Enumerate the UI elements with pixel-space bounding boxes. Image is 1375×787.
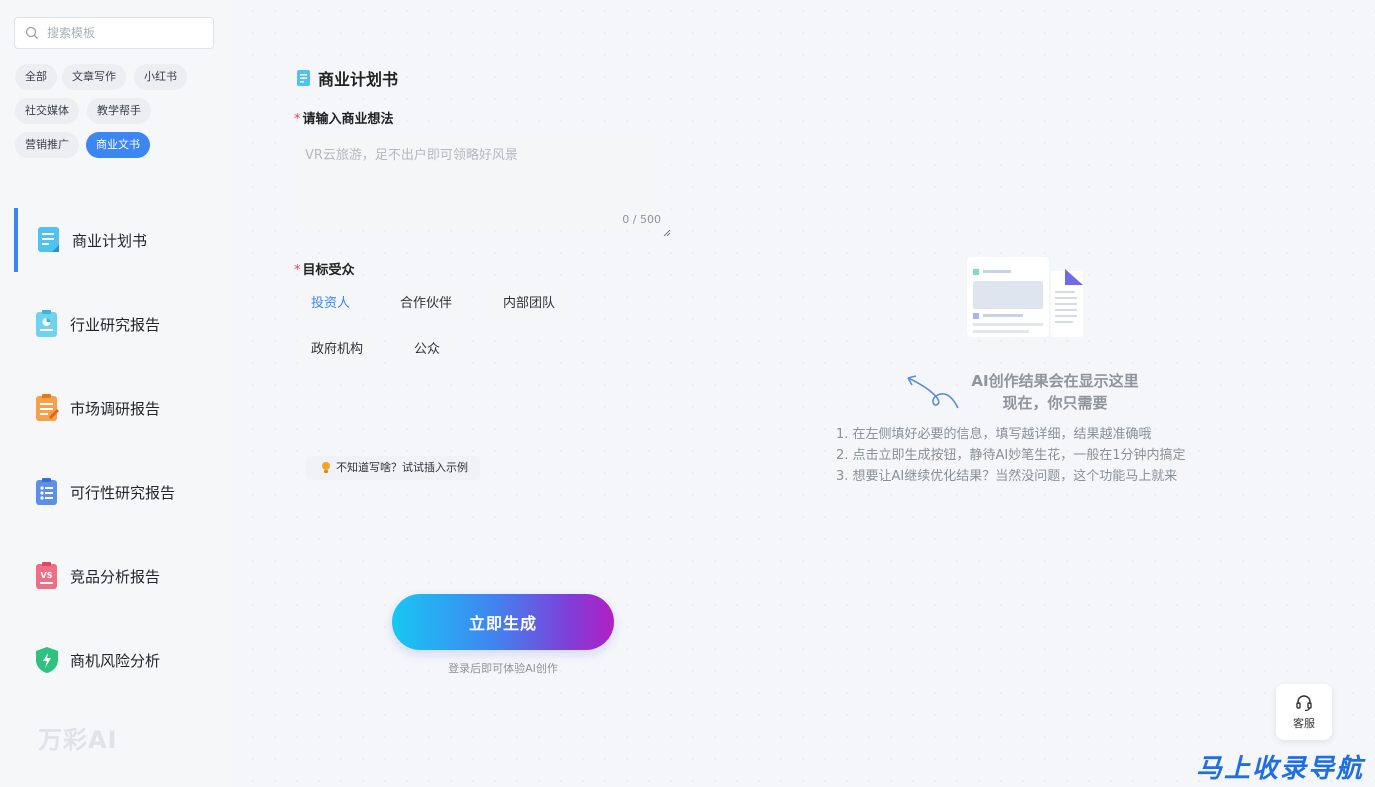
nav-label: 竞品分析报告: [70, 567, 161, 586]
audience-option-investors[interactable]: 投资人: [297, 288, 365, 320]
svg-text:VS: VS: [41, 571, 53, 580]
idea-textarea[interactable]: [295, 138, 671, 230]
audience-option-public[interactable]: 公众: [400, 334, 455, 366]
nav-label: 可行性研究报告: [70, 483, 176, 502]
resize-handle-icon[interactable]: [663, 222, 671, 237]
form-title: 商业计划书: [296, 66, 398, 90]
tag-social-media[interactable]: 社交媒体: [15, 98, 79, 124]
brand-logo-text: 万彩AI: [38, 726, 118, 754]
tag-xiaohongshu[interactable]: 小红书: [134, 64, 187, 90]
tag-business-docs[interactable]: 商业文书: [86, 132, 150, 158]
market-research-icon: [32, 393, 62, 423]
char-counter: 0 / 500: [622, 213, 661, 226]
instruction-step: 3. 想要让AI继续优化结果？当然没问题，这个功能马上就来: [836, 469, 1178, 484]
nav-item-market-research[interactable]: 市场调研报告: [14, 376, 224, 440]
watermark-text: 马上收录导航: [1196, 754, 1365, 784]
document-icon: [296, 69, 312, 87]
nav-label: 行业研究报告: [70, 315, 161, 334]
nav-label: 商机风险分析: [70, 651, 161, 670]
tag-marketing[interactable]: 营销推广: [15, 132, 79, 158]
idea-label: * 请输入商业想法: [294, 108, 394, 127]
customer-service-label: 客服: [1293, 717, 1315, 730]
instruction-steps: 1. 在左侧填好必要的信息，填写越详细，结果越准确哦 2. 点击立即生成按钮，静…: [836, 424, 1256, 487]
sidebar: 全部 文章写作 小红书 社交媒体 教学帮手 营销推广 商业文书 商业计划书 行业…: [0, 0, 232, 787]
nav-label: 商业计划书: [72, 231, 148, 250]
nav-item-risk-analysis[interactable]: 商机风险分析: [14, 628, 224, 692]
form-panel: 商业计划书 *请输入商业想法 0 / 500 *目标受众 投资人 合作伙伴 内部…: [240, 0, 690, 787]
brand-logo: 万彩AI: [38, 720, 168, 768]
lightbulb-icon: [320, 461, 332, 475]
customer-service-button[interactable]: 客服: [1276, 684, 1332, 740]
generate-button[interactable]: 立即生成: [392, 594, 614, 650]
tag-all[interactable]: 全部: [15, 64, 57, 90]
nav-item-business-plan[interactable]: 商业计划书: [14, 208, 224, 272]
result-title: AI创作结果会在显示这里 现在，你只需要: [940, 370, 1170, 414]
document-illustration-icon: [965, 255, 1085, 345]
insert-example-button[interactable]: 不知道写啥？试试插入示例: [306, 456, 480, 480]
audience-label-text: 目标受众: [302, 263, 355, 278]
nav-item-competitor-analysis[interactable]: VS 竞品分析报告: [14, 544, 224, 608]
nav-item-industry-report[interactable]: 行业研究报告: [14, 292, 224, 356]
form-title-text: 商业计划书: [318, 70, 399, 89]
insert-example-label: 不知道写啥？试试插入示例: [336, 461, 468, 474]
nav-item-feasibility-report[interactable]: 可行性研究报告: [14, 460, 224, 524]
headset-icon: [1294, 693, 1314, 713]
search-input[interactable]: [47, 26, 197, 40]
audience-option-partners[interactable]: 合作伙伴: [386, 288, 467, 320]
required-mark: *: [294, 263, 301, 278]
result-title-line1: AI创作结果会在显示这里: [971, 372, 1139, 390]
feasibility-report-icon: [32, 477, 62, 507]
industry-report-icon: [32, 309, 62, 339]
instruction-step: 2. 点击立即生成按钮，静待AI妙笔生花，一般在1分钟内搞定: [836, 448, 1186, 463]
idea-field[interactable]: 0 / 500: [295, 138, 671, 237]
tag-article-writing[interactable]: 文章写作: [62, 64, 126, 90]
required-mark: *: [294, 112, 301, 127]
login-hint: 登录后即可体验AI创作: [448, 662, 558, 675]
audience-option-internal-team[interactable]: 内部团队: [489, 288, 570, 320]
business-plan-icon: [34, 225, 64, 255]
search-icon: [25, 26, 39, 40]
risk-shield-icon: [32, 645, 62, 675]
tag-teaching-helper[interactable]: 教学帮手: [87, 98, 151, 124]
nav-label: 市场调研报告: [70, 399, 161, 418]
vs-analysis-icon: VS: [32, 561, 62, 591]
result-title-line2: 现在，你只需要: [1002, 394, 1108, 412]
result-placeholder: AI创作结果会在显示这里 现在，你只需要 1. 在左侧填好必要的信息，填写越详细…: [800, 250, 1240, 510]
search-box[interactable]: [14, 17, 214, 49]
audience-option-government[interactable]: 政府机构: [297, 334, 378, 366]
audience-label: * 目标受众: [294, 259, 355, 278]
instruction-step: 1. 在左侧填好必要的信息，填写越详细，结果越准确哦: [836, 427, 1152, 442]
idea-label-text: 请输入商业想法: [302, 112, 394, 127]
